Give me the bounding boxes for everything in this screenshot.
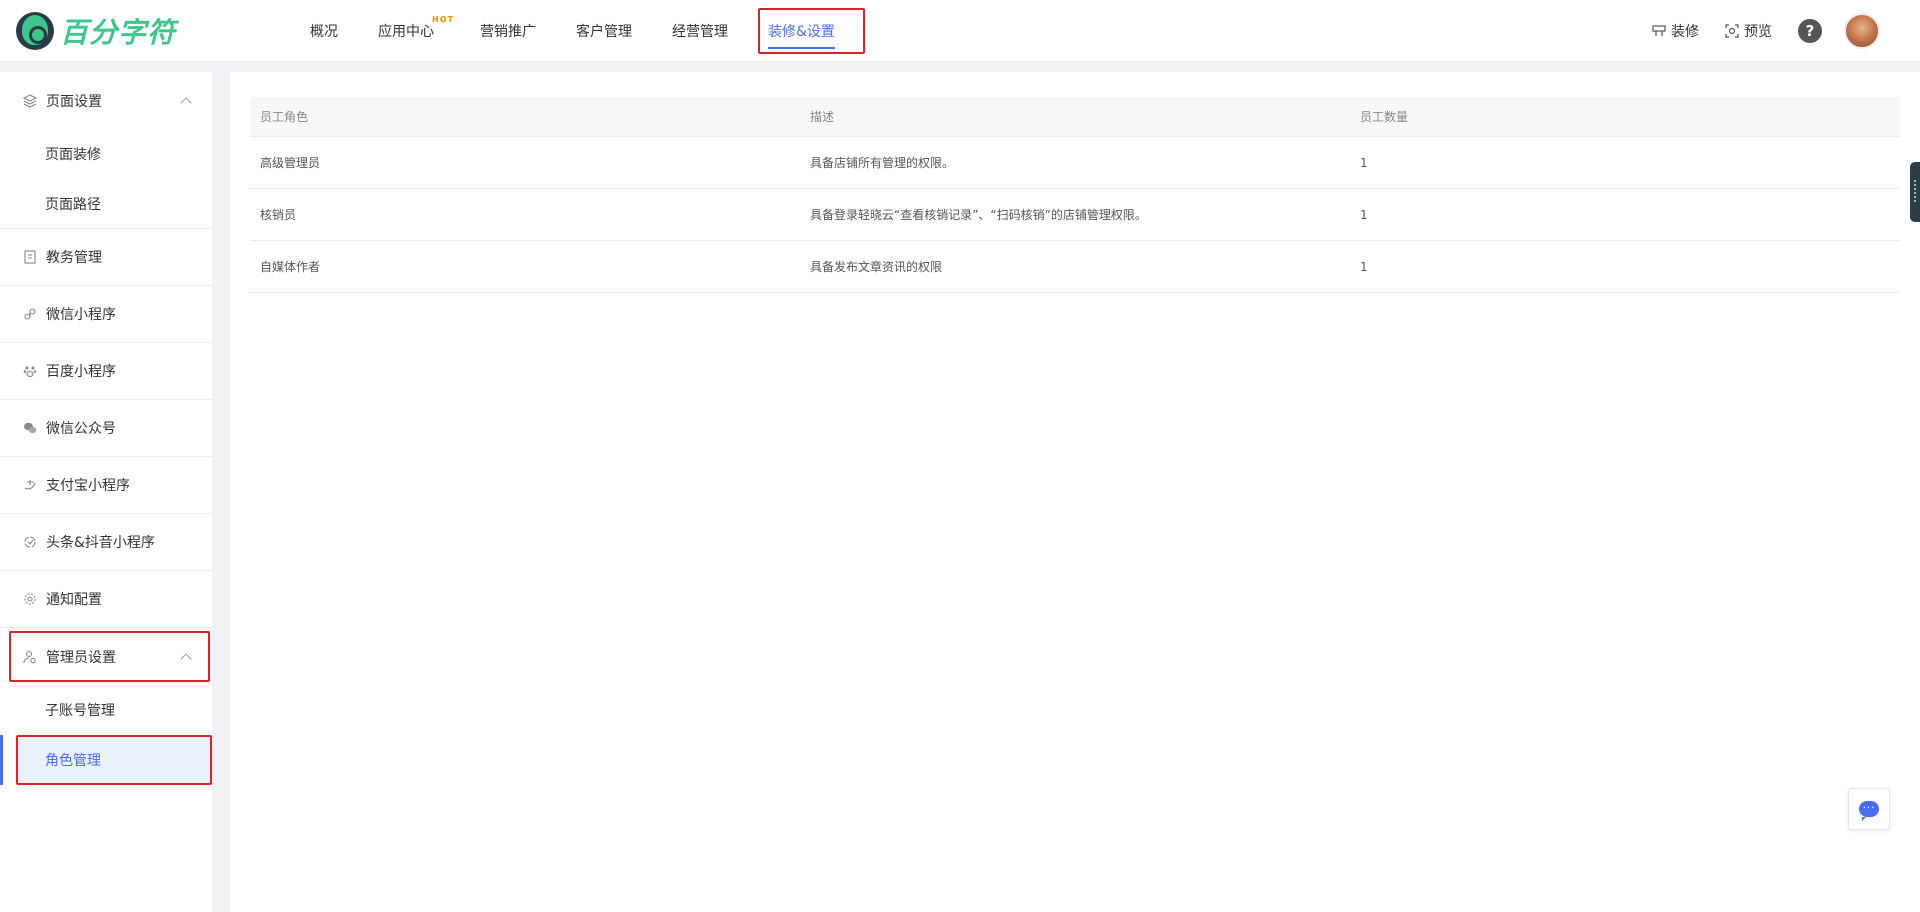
- nav-marketing[interactable]: 营销推广: [480, 21, 536, 41]
- wechat-icon: [22, 420, 38, 436]
- column-header-role: 员工角色: [260, 110, 309, 124]
- role-count: 1: [1360, 259, 1368, 274]
- role-name: 高级管理员: [260, 156, 321, 170]
- main-content: 员工角色 描述 员工数量 高级管理员 具备店铺所有管理的权限。 1 核销员 具备…: [230, 72, 1920, 912]
- layers-icon: [22, 93, 38, 109]
- sidebar-group-baidu-mini[interactable]: 百度小程序: [0, 343, 212, 400]
- chat-dots: ···: [1862, 803, 1876, 814]
- table-row[interactable]: 自媒体作者 具备发布文章资讯的权限 1: [250, 241, 1900, 293]
- nav-overview[interactable]: 概况: [310, 21, 338, 41]
- roles-table: 员工角色 描述 员工数量 高级管理员 具备店铺所有管理的权限。 1 核销员 具备…: [250, 97, 1900, 293]
- sidebar-item-page-path[interactable]: 页面路径: [0, 179, 212, 229]
- nav-app-center-label: 应用中心: [378, 24, 434, 40]
- decorate-icon: [1652, 25, 1666, 36]
- role-description: 具备发布文章资讯的权限: [810, 260, 943, 274]
- sidebar-group-bytedance-mini[interactable]: 头条&抖音小程序: [0, 514, 212, 571]
- main-nav: 概况 应用中心 HOT 营销推广 客户管理 经营管理 装修&设置: [310, 0, 865, 62]
- paw-icon: [22, 363, 38, 379]
- nav-active-highlight: 装修&设置: [758, 8, 865, 54]
- role-description: 具备登录轻晓云“查看核销记录”、“扫码核销”的店铺管理权限。: [810, 208, 1147, 222]
- sidebar-item-label: 角色管理: [45, 753, 101, 769]
- sidebar-group-admin-settings[interactable]: 管理员设置: [0, 628, 212, 685]
- column-header-description: 描述: [810, 110, 835, 124]
- sidebar-group-academic[interactable]: 教务管理: [0, 229, 212, 286]
- help-icon[interactable]: ?: [1798, 19, 1822, 43]
- brand-logo[interactable]: 百分字符: [16, 12, 177, 50]
- document-icon: [22, 249, 38, 265]
- nav-customers[interactable]: 客户管理: [576, 21, 632, 41]
- brand-name: 百分字符: [60, 16, 177, 49]
- chat-icon: ···: [1859, 801, 1879, 821]
- preview-icon: [1725, 24, 1739, 38]
- nav-decorate-settings[interactable]: 装修&设置: [768, 21, 835, 49]
- role-description: 具备店铺所有管理的权限。: [810, 156, 955, 170]
- nav-operations[interactable]: 经营管理: [672, 21, 728, 41]
- sidebar-group-wechat-official[interactable]: 微信公众号: [0, 400, 212, 457]
- sidebar-group-label: 教务管理: [46, 250, 102, 266]
- sidebar-group-label: 微信小程序: [46, 307, 116, 323]
- avatar[interactable]: [1844, 13, 1880, 49]
- top-bar: 百分字符 概况 应用中心 HOT 营销推广 客户管理 经营管理 装修&设置 装修…: [0, 0, 1920, 62]
- chat-button[interactable]: ···: [1848, 788, 1890, 830]
- logo-icon: [16, 12, 54, 50]
- preview-label: 预览: [1744, 24, 1772, 40]
- admin-icon: [22, 649, 38, 665]
- sidebar-group-label: 头条&抖音小程序: [46, 535, 155, 551]
- table-row[interactable]: 核销员 具备登录轻晓云“查看核销记录”、“扫码核销”的店铺管理权限。 1: [250, 189, 1900, 241]
- mini-program-icon: [22, 306, 38, 322]
- sidebar-group-notification[interactable]: 通知配置: [0, 571, 212, 628]
- sidebar-group-wechat-mini[interactable]: 微信小程序: [0, 286, 212, 343]
- role-name: 核销员: [260, 208, 297, 222]
- chevron-up-icon: [180, 652, 192, 665]
- gear-icon: [22, 591, 38, 607]
- sidebar-group-alipay-mini[interactable]: 支付宝小程序: [0, 457, 212, 514]
- sidebar-group-page-settings[interactable]: 页面设置: [0, 72, 212, 129]
- chevron-up-icon: [180, 96, 192, 109]
- hot-badge: HOT: [432, 15, 454, 24]
- column-header-count: 员工数量: [1360, 110, 1409, 124]
- role-count: 1: [1360, 155, 1368, 170]
- alipay-icon: [22, 477, 38, 493]
- side-drawer-handle[interactable]: [1910, 162, 1920, 222]
- sidebar-group-label: 页面设置: [46, 93, 102, 110]
- sidebar: 页面设置 页面装修 页面路径 教务管理 微信小程序 百度小程序 微信公众号 支付…: [0, 72, 212, 912]
- sidebar-group-label: 百度小程序: [46, 364, 116, 380]
- preview-button[interactable]: 预览: [1725, 21, 1772, 41]
- bytedance-icon: [22, 534, 38, 550]
- sidebar-group-label: 通知配置: [46, 592, 102, 608]
- sidebar-group-label: 微信公众号: [46, 421, 116, 437]
- role-name: 自媒体作者: [260, 260, 321, 274]
- decorate-label: 装修: [1671, 24, 1699, 40]
- top-actions: 装修 预览 ?: [1652, 0, 1880, 62]
- sidebar-group-label: 支付宝小程序: [46, 478, 130, 494]
- sidebar-item-page-decoration[interactable]: 页面装修: [0, 129, 212, 179]
- table-row[interactable]: 高级管理员 具备店铺所有管理的权限。 1: [250, 137, 1900, 189]
- sidebar-item-sub-accounts[interactable]: 子账号管理: [0, 685, 212, 735]
- decorate-button[interactable]: 装修: [1652, 21, 1699, 41]
- role-count: 1: [1360, 207, 1368, 222]
- sidebar-group-label: 管理员设置: [46, 649, 116, 666]
- active-indicator: [0, 735, 3, 785]
- table-header: 员工角色 描述 员工数量: [250, 97, 1900, 137]
- nav-app-center[interactable]: 应用中心 HOT: [378, 15, 453, 41]
- sidebar-item-role-management[interactable]: 角色管理: [0, 735, 212, 785]
